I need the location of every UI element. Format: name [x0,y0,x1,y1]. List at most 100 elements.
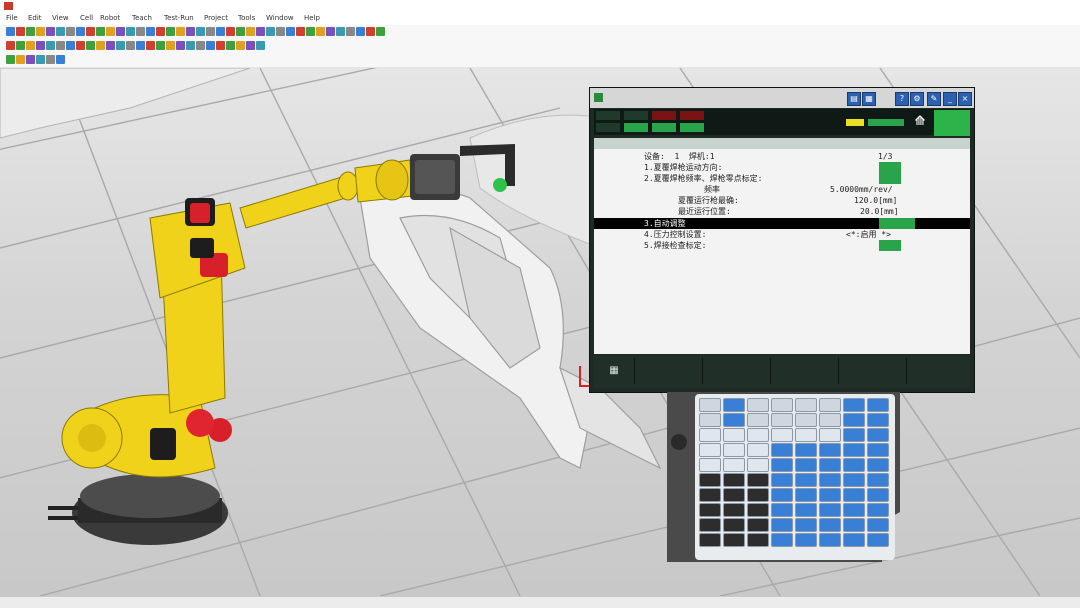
toolbar-tool-icon[interactable] [76,27,85,36]
keypad-key[interactable] [843,518,865,532]
keypad-key[interactable] [843,428,865,442]
keypad-key[interactable] [819,473,841,487]
toolbar-tool-icon[interactable] [236,27,245,36]
menu-window[interactable]: Window [266,12,294,25]
toolbar-tool-icon[interactable] [176,27,185,36]
keypad-key[interactable] [699,488,721,502]
keypad-key[interactable] [747,518,769,532]
toolbar-tool-icon[interactable] [326,27,335,36]
toolbar-tool-icon[interactable] [226,27,235,36]
toolbar-tool-icon[interactable] [286,27,295,36]
toolbar-tool-icon[interactable] [56,27,65,36]
keypad-key[interactable] [819,428,841,442]
toolbar-tool-icon[interactable] [146,27,155,36]
toolbar-tool-icon[interactable] [36,27,45,36]
keypad-key[interactable] [723,518,745,532]
toolbar-tool-icon[interactable] [106,41,115,50]
pendant-pin-icon[interactable]: ✎ [927,92,941,106]
keypad-key[interactable] [795,473,817,487]
pendant-minimize-button[interactable]: _ [943,92,957,106]
keypad-key[interactable] [723,473,745,487]
toolbar-tool-icon[interactable] [36,55,45,64]
keypad-key[interactable] [843,398,865,412]
keypad-key[interactable] [819,413,841,427]
keypad-key[interactable] [723,488,745,502]
keypad-key[interactable] [867,428,889,442]
keypad-key[interactable] [747,488,769,502]
line5-status-box[interactable] [879,240,901,251]
robot-base[interactable] [48,474,228,545]
keypad-key[interactable] [723,503,745,517]
keypad-key[interactable] [867,503,889,517]
keypad-key[interactable] [699,503,721,517]
menu-robot[interactable]: Robot [100,12,120,25]
keypad-key[interactable] [819,443,841,457]
toolbar-tool-icon[interactable] [96,41,105,50]
toolbar-tool-icon[interactable] [256,27,265,36]
keypad-key[interactable] [723,533,745,547]
toolbar-tool-icon[interactable] [196,41,205,50]
keypad-key[interactable] [843,473,865,487]
toolbar-tool-icon[interactable] [86,41,95,50]
pendant-options-button[interactable]: ⚙ [910,92,924,106]
keypad-key[interactable] [867,488,889,502]
keypad-key[interactable] [819,533,841,547]
setup-line-2[interactable]: 2.夏覆焊枪频率、焊枪零点标定: [594,173,970,184]
keypad-key[interactable] [867,518,889,532]
toolbar-tool-icon[interactable] [366,27,375,36]
keypad-key[interactable] [747,413,769,427]
menu-project[interactable]: Project [204,12,228,25]
toolbar-tool-icon[interactable] [166,41,175,50]
keypad-key[interactable] [795,488,817,502]
pendant-keypad[interactable] [667,392,900,562]
toolbar-tool-icon[interactable] [296,27,305,36]
keypad-key[interactable] [843,458,865,472]
toolbar-tool-icon[interactable] [26,41,35,50]
keypad-key[interactable] [843,503,865,517]
keypad-key[interactable] [843,533,865,547]
setup-line-5[interactable]: 5.焊接检查标定: [594,240,970,251]
keypad-key[interactable] [771,443,793,457]
keypad-key[interactable] [819,488,841,502]
toolbar-tool-icon[interactable] [86,27,95,36]
toolbar-tool-icon[interactable] [6,27,15,36]
toolbar-tool-icon[interactable] [66,27,75,36]
toolbar-tool-icon[interactable] [156,27,165,36]
keypad-key[interactable] [699,458,721,472]
setup-line-2a[interactable]: 频率 5.0000mm/rev/ [594,184,970,195]
keypad-key[interactable] [771,518,793,532]
line2a-value[interactable]: 5.0000mm/rev/ [830,184,893,195]
toolbar-tool-icon[interactable] [76,41,85,50]
toolbar-tool-icon[interactable] [126,41,135,50]
pendant-close-button[interactable]: × [958,92,972,106]
toolbar-tool-icon[interactable] [136,41,145,50]
keypad-key[interactable] [795,443,817,457]
toolbar-tool-icon[interactable] [346,27,355,36]
keypad-key[interactable] [795,503,817,517]
keypad-key[interactable] [699,398,721,412]
keypad-key[interactable] [819,458,841,472]
pendant-tool-button-1[interactable]: ▤ [847,92,861,106]
keypad-key[interactable] [771,428,793,442]
toolbar-tool-icon[interactable] [16,27,25,36]
keypad-key[interactable] [747,458,769,472]
toolbar-tool-icon[interactable] [136,27,145,36]
keypad-key[interactable] [723,428,745,442]
menu-test-run[interactable]: Test-Run [164,12,194,25]
keypad-key[interactable] [747,443,769,457]
toolbar-tool-icon[interactable] [46,27,55,36]
keypad-key[interactable] [771,413,793,427]
keypad-key[interactable] [771,473,793,487]
keypad-key[interactable] [867,398,889,412]
toolbar-tool-icon[interactable] [96,27,105,36]
toolbar-tool-icon[interactable] [16,41,25,50]
toolbar-tool-icon[interactable] [106,27,115,36]
keypad-key[interactable] [843,443,865,457]
keypad-key[interactable] [795,428,817,442]
fkey-f5-button[interactable] [908,358,968,384]
toolbar-tool-icon[interactable] [166,27,175,36]
keypad-key[interactable] [795,458,817,472]
toolbar-tool-icon[interactable] [46,41,55,50]
toolbar-tool-icon[interactable] [66,41,75,50]
toolbar-tool-icon[interactable] [216,41,225,50]
